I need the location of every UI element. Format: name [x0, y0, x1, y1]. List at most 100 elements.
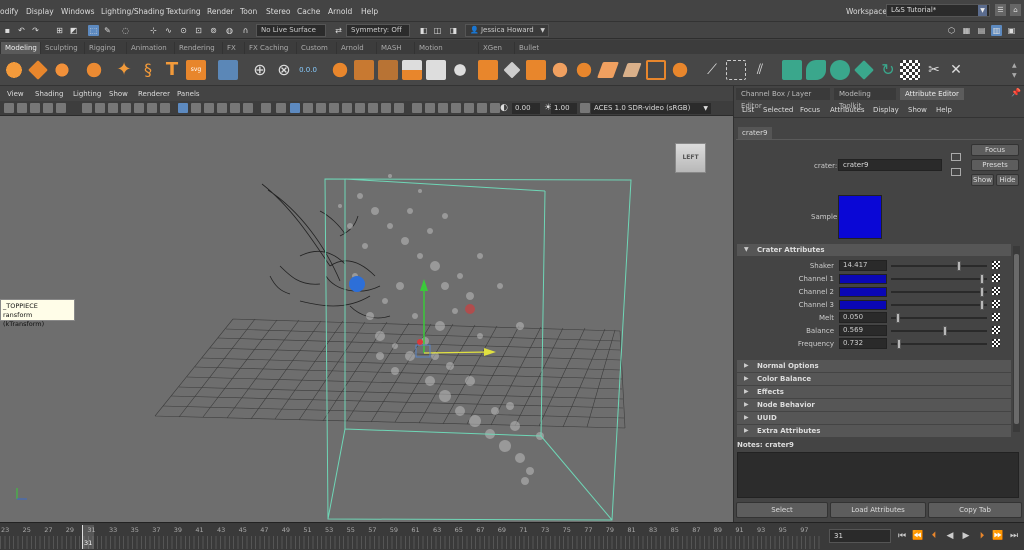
camera-icon[interactable]	[412, 103, 422, 113]
redo-icon[interactable]: ↷	[30, 25, 41, 36]
menu-help[interactable]: Help	[361, 7, 378, 16]
shelf-tab-arnold[interactable]: Arnold	[336, 42, 376, 54]
menu-display[interactable]: Display	[26, 7, 54, 16]
shelf-tab-modeling[interactable]: Modeling	[0, 42, 40, 54]
map-texture-icon[interactable]	[992, 287, 1000, 295]
safe-title-icon[interactable]	[160, 103, 170, 113]
image-plane-icon[interactable]	[43, 103, 53, 113]
uv-spherical-icon[interactable]	[830, 60, 850, 80]
ae-menu-selected[interactable]: Selected	[763, 106, 793, 114]
multi-cut-icon[interactable]	[622, 63, 642, 77]
poly-cylinder-icon[interactable]	[52, 60, 72, 80]
slider-knob[interactable]	[980, 300, 984, 310]
ae-menu-focus[interactable]: Focus	[800, 106, 820, 114]
attr-color-swatch[interactable]	[839, 287, 887, 297]
use-all-lights-icon[interactable]	[230, 103, 240, 113]
shelf-tab-motion-graphics[interactable]: Motion Graphics	[414, 42, 478, 64]
hdr-icon[interactable]	[381, 103, 391, 113]
screen-space-icon[interactable]	[368, 103, 378, 113]
shelf-tab-fx-caching[interactable]: FX Caching	[244, 42, 296, 54]
slider-knob[interactable]	[897, 339, 901, 349]
workspace-menu-icon[interactable]: ☰	[995, 4, 1006, 16]
uv-planar-icon[interactable]	[782, 60, 802, 80]
xray-joints-icon[interactable]	[303, 103, 313, 113]
select-object-icon[interactable]: ◩	[68, 25, 79, 36]
svg-icon[interactable]: svg	[186, 60, 206, 80]
lasso-icon[interactable]: ◌	[120, 25, 131, 36]
xray-active-icon[interactable]	[316, 103, 326, 113]
align-icon[interactable]: ⊗	[274, 60, 294, 80]
ae-menu-attributes[interactable]: Attributes	[830, 106, 865, 114]
uv-checker-icon[interactable]	[900, 60, 920, 80]
wireframe-icon[interactable]	[178, 103, 188, 113]
tab-modeling-toolkit[interactable]: Modeling Toolkit	[834, 88, 896, 110]
combine-icon[interactable]	[330, 60, 350, 80]
attr-slider[interactable]	[891, 300, 987, 310]
input-connection-icon[interactable]	[951, 153, 961, 161]
section-effects[interactable]: ▶ Effects	[737, 386, 1011, 398]
film-gate-icon[interactable]	[95, 103, 105, 113]
target-weld-icon[interactable]	[646, 60, 666, 80]
super-shape-icon[interactable]: ✦	[114, 60, 134, 80]
type-icon[interactable]: T	[162, 60, 182, 80]
resolution-gate-icon[interactable]	[108, 103, 118, 113]
menu-cache[interactable]: Cache	[297, 7, 320, 16]
ambient-occlusion-icon[interactable]	[261, 103, 271, 113]
shelf-tab-custom[interactable]: Custom	[296, 42, 336, 54]
attr-color-swatch[interactable]	[839, 274, 887, 284]
workspace-lock-icon[interactable]: ⌂	[1010, 4, 1021, 16]
attr-slider[interactable]	[891, 287, 987, 297]
color-management-icon[interactable]	[580, 103, 590, 113]
wireframe-on-shaded-icon[interactable]	[204, 103, 214, 113]
viewport-menu-view[interactable]: View	[7, 90, 24, 98]
hide-button[interactable]: Hide	[996, 174, 1019, 186]
reflection-icon[interactable]: ◨	[448, 25, 459, 36]
go-to-end-icon[interactable]: ⏭	[1008, 530, 1020, 542]
soft-select-falloff-icon[interactable]: ◫	[432, 25, 443, 36]
attr-field-frequency[interactable]: 0.732	[839, 338, 887, 349]
go-to-start-icon[interactable]: ⏮	[896, 530, 908, 542]
play-backwards-icon[interactable]: ◀	[944, 530, 956, 542]
anti-aliasing-icon[interactable]	[342, 103, 352, 113]
attr-slider[interactable]	[891, 274, 987, 284]
map-texture-icon[interactable]	[992, 274, 1000, 282]
shelf-tab-bullet[interactable]: Bullet	[514, 42, 548, 54]
show-button[interactable]: Show	[971, 174, 994, 186]
3d-viewport[interactable]: LEFT _TOPPIECE ransform (kTransform)	[0, 116, 733, 522]
modeling-toolkit-icon[interactable]: ⬡	[946, 25, 957, 36]
ae-menu-show[interactable]: Show	[908, 106, 927, 114]
bridge-icon[interactable]	[503, 61, 521, 79]
output-connection-icon[interactable]	[951, 168, 961, 176]
ae-menu-display[interactable]: Display	[873, 106, 899, 114]
step-forward-key-icon[interactable]: ⏩	[992, 530, 1004, 542]
uv-cylindrical-icon[interactable]	[806, 60, 826, 80]
menu-windows[interactable]: Windows	[61, 7, 94, 16]
uv-sew-icon[interactable]: ✕	[946, 60, 966, 80]
map-texture-icon[interactable]	[992, 313, 1000, 321]
current-time-marker[interactable]: 31	[82, 525, 94, 549]
step-back-key-icon[interactable]: ⏪	[912, 530, 924, 542]
shelf-scroll-down-icon[interactable]: ▼	[1012, 72, 1017, 79]
merge-icon[interactable]	[574, 60, 594, 80]
play-forwards-icon[interactable]: ▶	[960, 530, 972, 542]
tab-attribute-editor[interactable]: Attribute Editor	[900, 88, 964, 100]
soft-select-icon[interactable]: ◧	[418, 25, 429, 36]
node-tab-crater9[interactable]: crater9	[738, 127, 772, 139]
map-texture-icon[interactable]	[992, 339, 1000, 347]
pivot-icon[interactable]: ⊕	[250, 60, 270, 80]
ae-menu-help[interactable]: Help	[936, 106, 952, 114]
slide-edge-icon[interactable]	[726, 60, 746, 80]
undo-icon[interactable]: ↶	[16, 25, 27, 36]
snap-live-icon[interactable]: ◍	[224, 25, 235, 36]
map-texture-icon[interactable]	[992, 300, 1000, 308]
shelf-tab-rigging[interactable]: Rigging	[84, 42, 126, 54]
slider-knob[interactable]	[943, 326, 947, 336]
shelf-tab-animation[interactable]: Animation	[126, 42, 174, 54]
magnet-icon[interactable]: ∩	[240, 25, 251, 36]
section-extra-attributes[interactable]: ▶ Extra Attributes	[737, 425, 1011, 437]
light-icon[interactable]	[425, 103, 435, 113]
freeze-transforms-icon[interactable]: 0.0.0	[298, 60, 318, 80]
step-forward-frame-icon[interactable]: ⏵	[976, 530, 988, 542]
insert-loop-icon[interactable]	[597, 62, 619, 78]
shelf-scroll-up-icon[interactable]: ▲	[1012, 62, 1017, 69]
